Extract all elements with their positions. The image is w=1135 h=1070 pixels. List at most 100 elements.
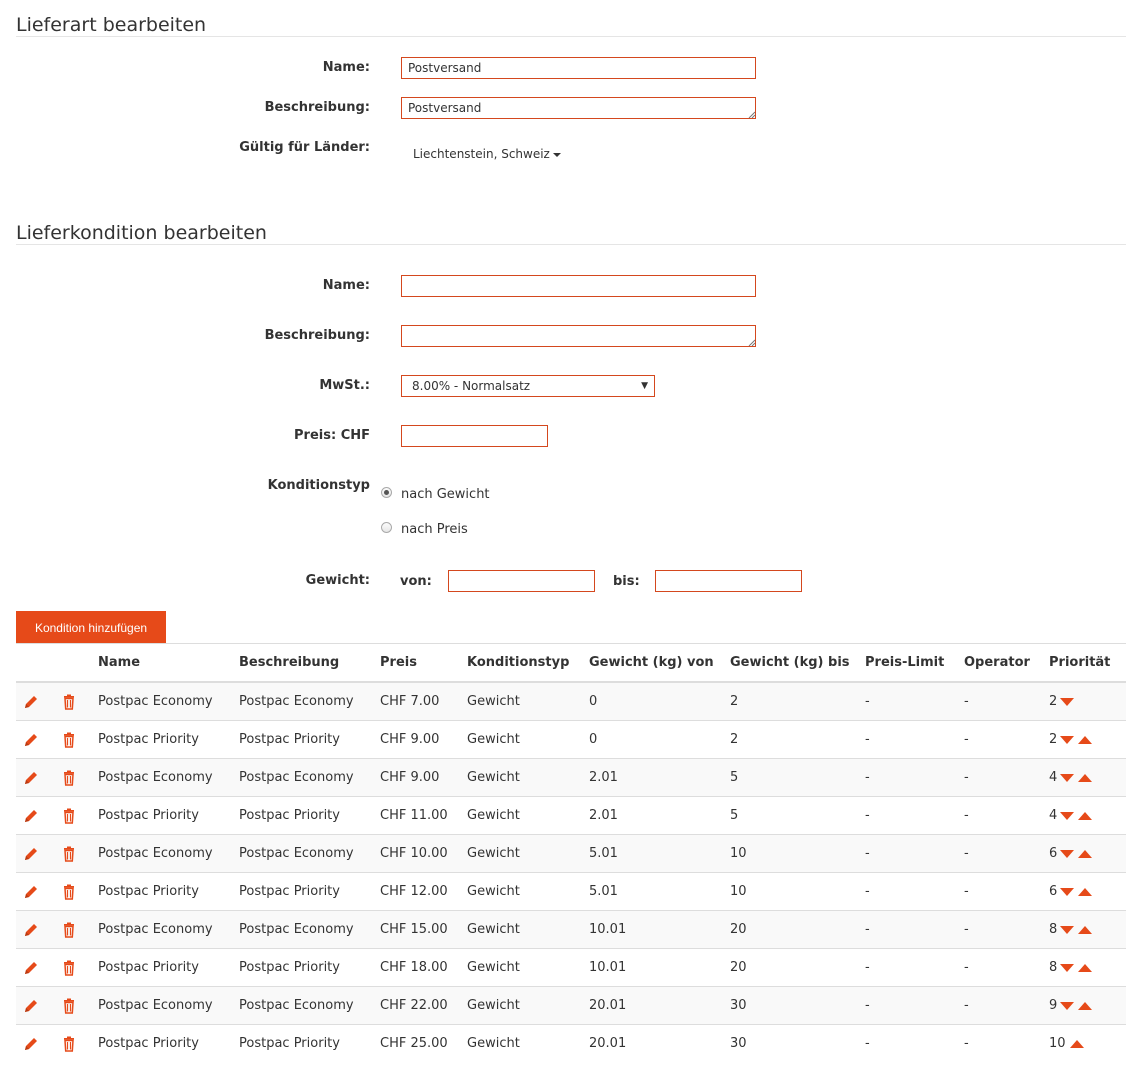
edit-cell[interactable] (16, 910, 54, 949)
cell-price: CHF 25.00 (374, 1024, 461, 1062)
pencil-icon (25, 847, 37, 860)
priority-down-icon[interactable] (1060, 925, 1075, 934)
delete-cell[interactable] (54, 872, 92, 911)
priority-value: 8 (1049, 922, 1058, 937)
cell-price-limit: - (859, 681, 958, 721)
delete-cell[interactable] (54, 720, 92, 759)
edit-cell[interactable] (16, 796, 54, 835)
lieferart-description-input[interactable]: Postversand (401, 97, 756, 119)
priority-up-icon[interactable] (1078, 963, 1093, 972)
cell-priority: 2 (1043, 720, 1126, 759)
cell-price: CHF 9.00 (374, 758, 461, 797)
radio-price-label[interactable]: nach Preis (401, 522, 468, 537)
delete-cell[interactable] (54, 834, 92, 873)
cell-price-limit: - (859, 834, 958, 873)
delete-cell[interactable] (54, 1024, 92, 1062)
cell-name: Postpac Economy (92, 986, 233, 1025)
table-row: Postpac Economy Postpac Economy CHF 15.00 G… (16, 910, 1126, 949)
priority-up-icon[interactable] (1069, 1039, 1084, 1048)
price-label: Preis: CHF (294, 428, 370, 443)
add-condition-button[interactable]: Kondition hinzufügen (16, 611, 166, 643)
trash-icon (64, 846, 74, 862)
cell-price: CHF 12.00 (374, 872, 461, 911)
lieferart-name-input[interactable] (401, 57, 756, 79)
priority-up-icon[interactable] (1078, 925, 1093, 934)
priority-up-icon[interactable] (1078, 811, 1093, 820)
cell-description: Postpac Priority (233, 872, 374, 911)
priority-down-icon[interactable] (1060, 773, 1075, 782)
edit-cell[interactable] (16, 758, 54, 797)
edit-cell[interactable] (16, 834, 54, 873)
priority-up-icon[interactable] (1078, 773, 1093, 782)
cell-weight-from: 5.01 (583, 834, 724, 873)
cell-weight-to: 5 (724, 796, 859, 835)
priority-down-icon[interactable] (1060, 963, 1075, 972)
vat-select[interactable]: 8.00% - Normalsatz ▼ (401, 375, 655, 397)
edit-cell[interactable] (16, 1024, 54, 1062)
resize-grip-icon[interactable] (748, 339, 755, 346)
condition-description-input[interactable] (401, 325, 756, 347)
header-operator: Operator (958, 643, 1043, 683)
edit-cell[interactable] (16, 720, 54, 759)
cell-price-limit: - (859, 948, 958, 987)
cell-weight-from: 2.01 (583, 758, 724, 797)
header-price-limit: Preis-Limit (859, 643, 958, 683)
priority-down-icon[interactable] (1060, 697, 1075, 706)
trash-icon (64, 770, 74, 786)
weight-from-label: von: (400, 574, 432, 589)
cell-weight-to: 30 (724, 1024, 859, 1062)
cell-weight-to: 2 (724, 720, 859, 759)
countries-dropdown[interactable]: Liechtenstein, Schweiz (413, 147, 561, 161)
delete-cell[interactable] (54, 681, 92, 721)
weight-to-label: bis: (613, 574, 640, 589)
weight-to-input[interactable] (655, 570, 802, 592)
priority-up-icon[interactable] (1078, 849, 1093, 858)
edit-cell[interactable] (16, 948, 54, 987)
delete-cell[interactable] (54, 910, 92, 949)
delete-cell[interactable] (54, 758, 92, 797)
condition-name-input[interactable] (401, 275, 756, 297)
radio-weight-label[interactable]: nach Gewicht (401, 487, 490, 502)
priority-value: 4 (1049, 770, 1058, 785)
vat-label: MwSt.: (319, 378, 370, 393)
delete-cell[interactable] (54, 796, 92, 835)
edit-cell[interactable] (16, 681, 54, 721)
radio-price[interactable] (381, 522, 392, 533)
delete-cell[interactable] (54, 986, 92, 1025)
cell-price: CHF 10.00 (374, 834, 461, 873)
cell-weight-from: 20.01 (583, 1024, 724, 1062)
trash-icon (64, 694, 74, 710)
priority-up-icon[interactable] (1078, 887, 1093, 896)
cell-operator: - (958, 681, 1043, 721)
cell-description: Postpac Economy (233, 986, 374, 1025)
table-row: Postpac Economy Postpac Economy CHF 22.00 G… (16, 986, 1126, 1025)
table-row: Postpac Priority Postpac Priority CHF 25.0… (16, 1024, 1126, 1062)
price-input[interactable] (401, 425, 548, 447)
cell-price: CHF 11.00 (374, 796, 461, 835)
cell-name: Postpac Priority (92, 720, 233, 759)
edit-cell[interactable] (16, 872, 54, 911)
priority-down-icon[interactable] (1060, 887, 1075, 896)
priority-down-icon[interactable] (1060, 849, 1075, 858)
radio-weight[interactable] (381, 487, 392, 498)
pencil-icon (25, 999, 37, 1012)
cell-priority: 4 (1043, 796, 1126, 835)
edit-cell[interactable] (16, 986, 54, 1025)
priority-down-icon[interactable] (1060, 1001, 1075, 1010)
priority-down-icon[interactable] (1060, 811, 1075, 820)
weight-from-input[interactable] (448, 570, 595, 592)
cell-type: Gewicht (461, 910, 583, 949)
pencil-icon (25, 771, 37, 784)
delete-cell[interactable] (54, 948, 92, 987)
resize-grip-icon[interactable] (748, 111, 755, 118)
priority-up-icon[interactable] (1078, 1001, 1093, 1010)
priority-value: 4 (1049, 808, 1058, 823)
cell-type: Gewicht (461, 986, 583, 1025)
priority-down-icon[interactable] (1060, 735, 1075, 744)
cell-type: Gewicht (461, 1024, 583, 1062)
trash-icon (64, 732, 74, 748)
cell-priority: 9 (1043, 986, 1126, 1025)
pencil-icon (25, 885, 37, 898)
cell-priority: 6 (1043, 834, 1126, 873)
priority-up-icon[interactable] (1078, 735, 1093, 744)
